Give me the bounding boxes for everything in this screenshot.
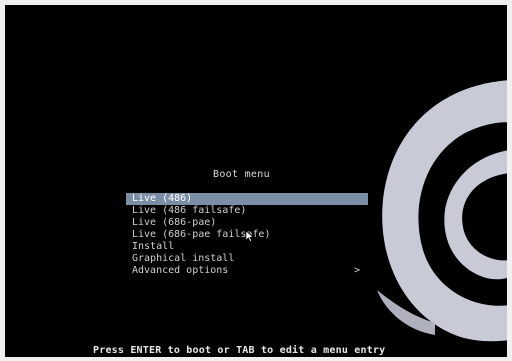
boot-screen: Boot menu Live (486) Live (486 failsafe)…: [5, 5, 507, 357]
menu-item-install[interactable]: Install: [126, 241, 368, 253]
debian-swirl-logo: [377, 80, 507, 342]
submenu-arrow-icon: >: [353, 265, 360, 276]
menu-item-graphical-install[interactable]: Graphical install: [126, 253, 368, 265]
boot-menu-title: Boot menu: [213, 169, 270, 180]
menu-item-label: Graphical install: [132, 253, 235, 264]
menu-item-live-486[interactable]: Live (486): [126, 193, 368, 205]
boot-hint-text: Press ENTER to boot or TAB to edit a men…: [93, 345, 386, 356]
menu-item-label: Advanced options: [132, 265, 229, 276]
menu-item-live-686-pae[interactable]: Live (686-pae): [126, 217, 368, 229]
menu-item-label: Live (486): [132, 193, 193, 204]
menu-item-advanced-options[interactable]: Advanced options >: [126, 265, 368, 277]
menu-item-label: Live (686-pae): [132, 217, 217, 228]
menu-item-live-486-failsafe[interactable]: Live (486 failsafe): [126, 205, 368, 217]
menu-item-label: Install: [132, 241, 175, 252]
menu-item-label: Live (486 failsafe): [132, 205, 247, 216]
